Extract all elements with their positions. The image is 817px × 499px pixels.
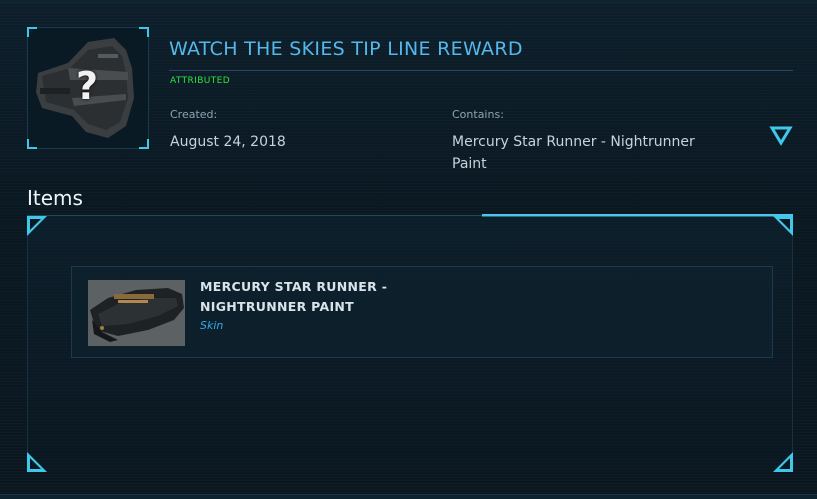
package-title: WATCH THE SKIES TIP LINE REWARD xyxy=(169,38,523,60)
items-heading: Items xyxy=(27,186,83,210)
panel-corner-bottom-right xyxy=(773,452,793,472)
bottom-edge xyxy=(0,494,817,499)
ship-image xyxy=(88,280,185,346)
chevron-down-icon xyxy=(769,126,793,146)
contains-label: Contains: xyxy=(452,108,504,121)
panel-corner-top-right xyxy=(773,216,793,236)
item-type: Skin xyxy=(200,319,224,332)
package-thumbnail: ? xyxy=(27,27,149,149)
item-name: MERCURY STAR RUNNER - NIGHTRUNNER PAINT xyxy=(200,279,388,314)
contains-value: Mercury Star Runner - Nightrunner Paint xyxy=(452,134,695,172)
panel-corner-top-left xyxy=(27,216,47,236)
created-value: August 24, 2018 xyxy=(170,134,286,150)
item-thumbnail-image xyxy=(88,280,185,346)
panel-corner-bottom-left xyxy=(27,452,47,472)
question-mark-icon: ? xyxy=(76,64,99,108)
created-label: Created: xyxy=(170,108,218,121)
list-item[interactable]: MERCURY STAR RUNNER - NIGHTRUNNER PAINT … xyxy=(71,266,773,358)
title-divider xyxy=(169,70,793,71)
top-edge xyxy=(0,0,817,3)
status-badge: ATTRIBUTED xyxy=(170,76,231,86)
expand-button[interactable] xyxy=(768,124,794,148)
pledge-window: ? WATCH THE SKIES TIP LINE REWARD ATTRIB… xyxy=(0,0,817,499)
